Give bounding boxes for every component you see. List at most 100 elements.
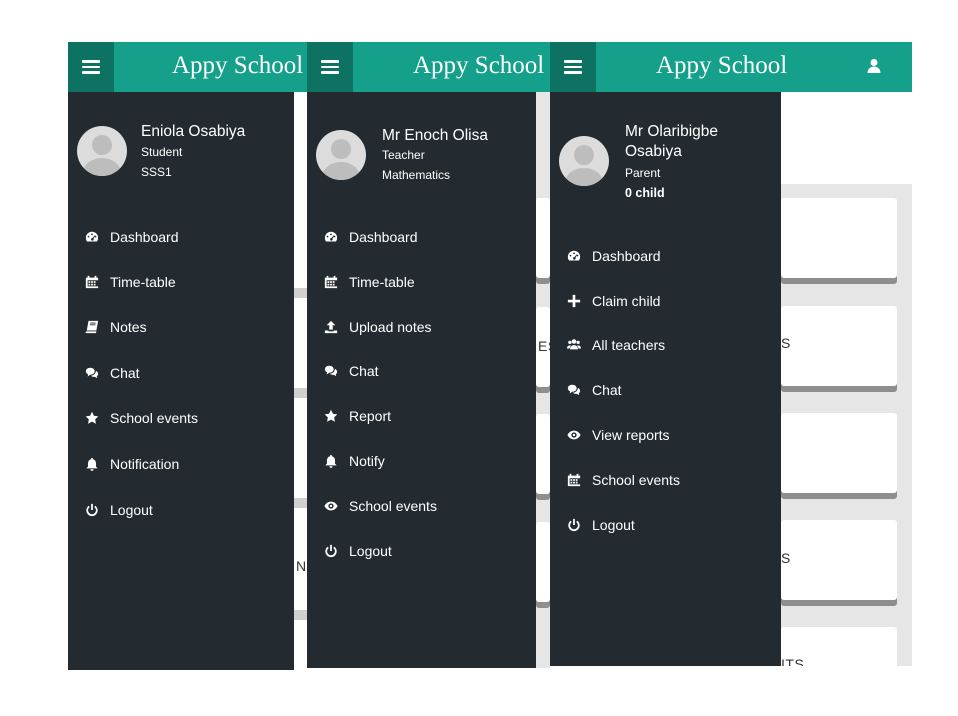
dashboard-icon xyxy=(566,249,581,264)
student-avatar xyxy=(77,126,127,176)
student-nav-chat[interactable]: Chat xyxy=(68,353,294,393)
parent-children-count: 0 child xyxy=(625,186,665,200)
parent-nav-chat[interactable]: Chat xyxy=(550,370,781,410)
teacher-nav-label: Dashboard xyxy=(349,229,418,245)
student-app-bar: Appy School xyxy=(68,42,308,92)
student-bg-divider xyxy=(294,388,308,398)
student-nav-label: Time-table xyxy=(110,274,176,290)
chat-icon xyxy=(566,383,581,398)
parent-nav-school-events[interactable]: School events xyxy=(550,460,781,500)
parent-bg-card-text: S xyxy=(781,550,791,566)
student-bg-divider xyxy=(294,288,308,298)
teacher-nav-label: Time-table xyxy=(349,274,415,290)
calendar-icon xyxy=(323,275,338,290)
teacher-nav-school-events[interactable]: School events xyxy=(307,486,536,526)
teacher-bg-card-text: ES xyxy=(538,338,550,354)
student-nav-timetable[interactable]: Time-table xyxy=(68,262,294,302)
chat-icon xyxy=(323,364,338,379)
student-nav-label: School events xyxy=(110,410,198,426)
parent-screen: S S ITS Appy School Mr Olaribigbe Osabiy… xyxy=(550,42,912,666)
power-icon xyxy=(323,544,338,559)
parent-menu-button[interactable] xyxy=(550,42,596,92)
parent-nav-view-reports[interactable]: View reports xyxy=(550,415,781,455)
parent-nav-label: Claim child xyxy=(592,293,661,309)
parent-bg-card xyxy=(781,520,897,600)
teacher-nav-notify[interactable]: Notify xyxy=(307,441,536,481)
student-nav-school-events[interactable]: School events xyxy=(68,398,294,438)
chat-icon xyxy=(84,366,99,381)
users-icon xyxy=(566,338,581,353)
dashboard-icon xyxy=(84,230,99,245)
parent-bg-card-text: ITS xyxy=(781,656,805,666)
student-nav-logout[interactable]: Logout xyxy=(68,490,294,530)
teacher-nav-chat[interactable]: Chat xyxy=(307,351,536,391)
student-menu-button[interactable] xyxy=(68,42,114,92)
teacher-subject: Mathematics xyxy=(382,168,451,182)
hamburger-icon xyxy=(321,60,339,74)
teacher-nav-label: Report xyxy=(349,408,392,424)
teacher-role: Teacher xyxy=(382,148,425,162)
student-nav-label: Logout xyxy=(110,502,153,518)
parent-nav-all-teachers[interactable]: All teachers xyxy=(550,325,781,365)
parent-app-title: Appy School xyxy=(656,52,788,79)
parent-nav-logout[interactable]: Logout xyxy=(550,505,781,545)
parent-bg-card-text: S xyxy=(781,335,791,351)
parent-nav-label: Dashboard xyxy=(592,248,661,264)
student-nav-notification[interactable]: Notification xyxy=(68,444,294,484)
teacher-menu-button[interactable] xyxy=(307,42,353,92)
parent-bg-card xyxy=(781,306,897,386)
student-drawer: Eniola Osabiya Student SSS1 Dashboard Ti… xyxy=(68,92,294,670)
parent-name-line1: Mr Olaribigbe xyxy=(625,123,719,140)
teacher-nav-dashboard[interactable]: Dashboard xyxy=(307,217,536,257)
parent-bg-card xyxy=(781,198,897,278)
teacher-screen: ES Appy School Mr Enoch Olisa Teacher Ma… xyxy=(307,42,550,668)
teacher-nav-report[interactable]: Report xyxy=(307,396,536,436)
teacher-avatar xyxy=(316,130,366,180)
eye-icon xyxy=(566,428,581,443)
teacher-nav-upload-notes[interactable]: Upload notes xyxy=(307,307,536,347)
parent-nav-label: All teachers xyxy=(592,337,666,353)
parent-nav-label: School events xyxy=(592,472,680,488)
dashboard-icon xyxy=(323,230,338,245)
student-nav-label: Dashboard xyxy=(110,229,179,245)
teacher-nav-label: Upload notes xyxy=(349,319,432,335)
hamburger-icon xyxy=(82,60,100,74)
user-profile-icon[interactable] xyxy=(866,58,882,74)
parent-nav-label: View reports xyxy=(592,427,670,443)
student-screen: NT Appy School Eniola Osabiya Student SS… xyxy=(68,42,308,670)
parent-nav-claim-child[interactable]: Claim child xyxy=(550,281,781,321)
calendar-icon xyxy=(84,275,99,290)
hamburger-icon xyxy=(564,60,582,74)
student-name: Eniola Osabiya xyxy=(141,123,246,140)
student-class: SSS1 xyxy=(141,165,172,179)
teacher-name: Mr Enoch Olisa xyxy=(382,127,488,144)
eye-icon xyxy=(323,499,338,514)
plus-icon xyxy=(566,294,581,309)
star-icon xyxy=(84,411,99,426)
teacher-nav-label: Chat xyxy=(349,363,379,379)
parent-nav-dashboard[interactable]: Dashboard xyxy=(550,236,781,276)
teacher-nav-logout[interactable]: Logout xyxy=(307,531,536,571)
bell-icon xyxy=(84,457,99,472)
parent-nav-label: Logout xyxy=(592,517,635,533)
teacher-app-bar: Appy School xyxy=(307,42,550,92)
student-nav-dashboard[interactable]: Dashboard xyxy=(68,217,294,257)
power-icon xyxy=(84,503,99,518)
teacher-nav-timetable[interactable]: Time-table xyxy=(307,262,536,302)
parent-role: Parent xyxy=(625,166,661,180)
parent-drawer: Mr Olaribigbe Osabiya Parent 0 child Das… xyxy=(550,92,781,666)
student-nav-label: Notification xyxy=(110,456,180,472)
upload-icon xyxy=(323,320,338,335)
parent-name-line2: Osabiya xyxy=(625,143,682,160)
teacher-nav-label: Notify xyxy=(349,453,385,469)
student-nav-label: Notes xyxy=(110,319,147,335)
book-icon xyxy=(84,320,99,335)
parent-app-bar: Appy School xyxy=(550,42,912,92)
teacher-nav-label: School events xyxy=(349,498,437,514)
parent-nav-label: Chat xyxy=(592,382,622,398)
student-app-title: Appy School xyxy=(172,52,304,79)
teacher-nav-label: Logout xyxy=(349,543,392,559)
student-role: Student xyxy=(141,145,183,159)
student-nav-notes[interactable]: Notes xyxy=(68,307,294,347)
bell-icon xyxy=(323,454,338,469)
